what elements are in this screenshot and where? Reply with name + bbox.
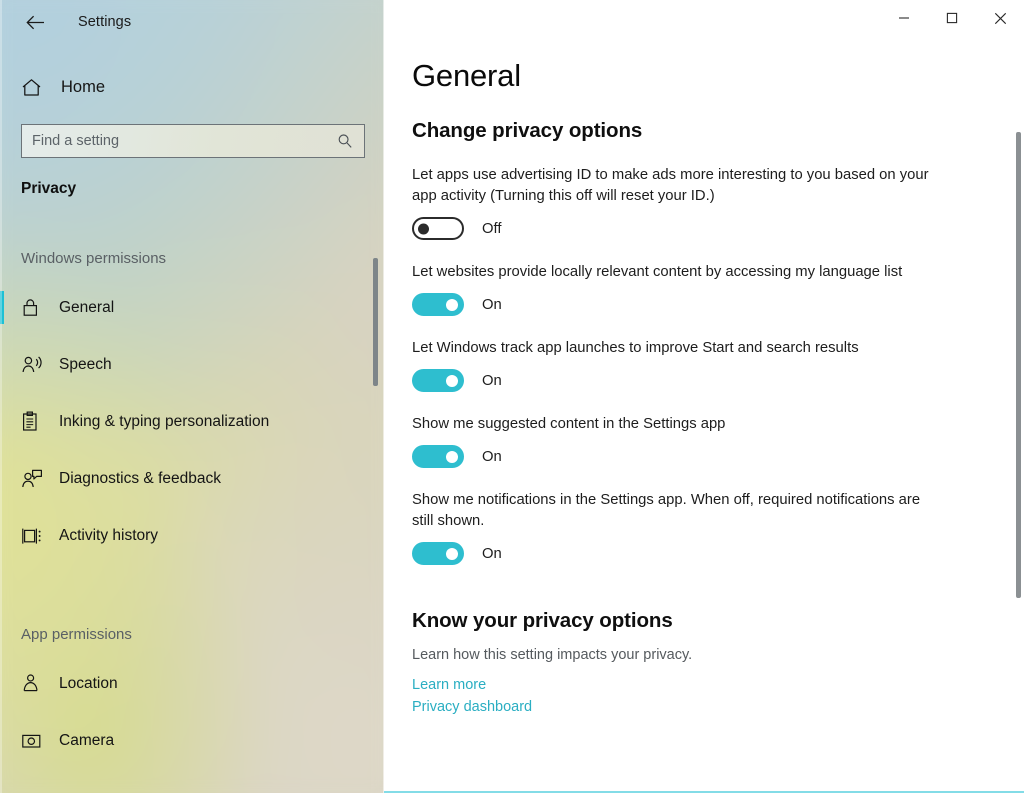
toggle-advertising-id[interactable] bbox=[412, 217, 464, 240]
toggle-track-app-launches[interactable] bbox=[412, 369, 464, 392]
sidebar-item-location-label: Location bbox=[59, 674, 118, 692]
toggle-state-label: On bbox=[482, 296, 502, 313]
page-title: General bbox=[412, 58, 521, 93]
close-button[interactable] bbox=[976, 0, 1024, 36]
toggle-row: On bbox=[412, 542, 952, 565]
toggle-row: On bbox=[412, 445, 952, 468]
link-learn-more[interactable]: Learn more bbox=[412, 674, 486, 696]
toggle-state-label: On bbox=[482, 372, 502, 389]
sidebar-item-inking-typing-personalization[interactable]: Inking & typing personalization bbox=[0, 393, 384, 450]
back-button[interactable] bbox=[16, 6, 54, 38]
toggle-row: Off bbox=[412, 217, 952, 240]
toggle-state-label: On bbox=[482, 448, 502, 465]
clipboard-icon bbox=[21, 411, 49, 432]
setting-description: Show me suggested content in the Setting… bbox=[412, 416, 726, 432]
setting-suggested-content: Show me suggested content in the Setting… bbox=[412, 414, 952, 468]
sidebar-item-location[interactable]: Location bbox=[0, 655, 384, 712]
toggle-knob bbox=[446, 298, 458, 311]
toggle-knob bbox=[446, 374, 458, 387]
search-input[interactable] bbox=[32, 133, 336, 149]
back-arrow-icon bbox=[25, 15, 45, 30]
sidebar-item-activity-history-label: Activity history bbox=[59, 526, 159, 544]
sidebar-item-home[interactable]: Home bbox=[0, 66, 384, 108]
sidebar-group-windows-permissions: General Speech Inking & typing personali… bbox=[0, 279, 384, 564]
sidebar-left-edge bbox=[0, 0, 2, 793]
search-box[interactable] bbox=[21, 124, 365, 158]
sidebar-item-diagnostics-feedback[interactable]: Diagnostics & feedback bbox=[0, 450, 384, 507]
sidebar-item-camera[interactable]: Camera bbox=[0, 712, 384, 769]
main-content: General Change privacy options Let apps … bbox=[384, 0, 1024, 793]
sidebar-item-general[interactable]: General bbox=[0, 279, 384, 336]
setting-track-app-launches: Let Windows track app launches to improv… bbox=[412, 338, 952, 392]
setting-description: Let Windows track app launches to improv… bbox=[412, 340, 859, 356]
location-pin-icon bbox=[21, 673, 49, 694]
section-title-know-your-privacy-options: Know your privacy options bbox=[412, 609, 673, 632]
maximize-button[interactable] bbox=[928, 0, 976, 36]
setting-description: Let apps use advertising ID to make ads … bbox=[412, 167, 929, 204]
link-privacy-dashboard[interactable]: Privacy dashboard bbox=[412, 696, 532, 718]
person-feedback-icon bbox=[21, 469, 49, 489]
toggle-row: On bbox=[412, 293, 952, 316]
app-title: Settings bbox=[78, 14, 132, 30]
know-section-subtitle: Learn how this setting impacts your priv… bbox=[412, 647, 693, 663]
privacy-links: Learn more Privacy dashboard Privacy Sta… bbox=[412, 674, 1024, 722]
toggle-knob bbox=[446, 547, 458, 560]
sidebar-item-diagnostics-feedback-label: Diagnostics & feedback bbox=[59, 469, 221, 487]
setting-language-list: Let websites provide locally relevant co… bbox=[412, 262, 952, 316]
toggle-suggested-content[interactable] bbox=[412, 445, 464, 468]
activity-history-icon bbox=[21, 526, 49, 546]
setting-advertising-id: Let apps use advertising ID to make ads … bbox=[412, 165, 952, 240]
sidebar: Settings Home Find a setting Privacy Win… bbox=[0, 0, 384, 793]
sidebar-group-app-permissions: Location Camera bbox=[0, 655, 384, 769]
sidebar-item-speech[interactable]: Speech bbox=[0, 336, 384, 393]
toggle-row: On bbox=[412, 369, 952, 392]
sidebar-category-title: Privacy bbox=[21, 180, 77, 197]
toggle-language-list[interactable] bbox=[412, 293, 464, 316]
sidebar-item-speech-label: Speech bbox=[59, 355, 112, 373]
setting-description: Show me notifications in the Settings ap… bbox=[412, 492, 921, 529]
sidebar-item-general-label: General bbox=[59, 298, 115, 316]
search-icon[interactable] bbox=[336, 133, 354, 149]
sidebar-group-header-app-permissions: App permissions bbox=[21, 626, 132, 643]
window-controls bbox=[880, 0, 1024, 36]
toggle-state-label: Off bbox=[482, 220, 502, 237]
content-area: General Change privacy options Let apps … bbox=[384, 0, 1024, 722]
search-container bbox=[21, 124, 365, 158]
setting-settings-notifications: Show me notifications in the Settings ap… bbox=[412, 490, 952, 565]
camera-icon bbox=[21, 732, 49, 750]
lock-icon bbox=[21, 297, 49, 318]
main-scrollbar-track[interactable] bbox=[1015, 44, 1021, 786]
minimize-button[interactable] bbox=[880, 0, 928, 36]
sidebar-item-activity-history[interactable]: Activity history bbox=[0, 507, 384, 564]
main-scrollbar-thumb[interactable] bbox=[1016, 132, 1021, 598]
setting-description: Let websites provide locally relevant co… bbox=[412, 264, 903, 280]
link-privacy-statement[interactable]: Privacy Statement bbox=[412, 718, 530, 722]
titlebar: Settings bbox=[0, 0, 384, 44]
sidebar-item-home-label: Home bbox=[61, 77, 106, 96]
section-title-change-privacy-options: Change privacy options bbox=[412, 119, 643, 142]
settings-window: Settings Home Find a setting Privacy Win… bbox=[0, 0, 1024, 793]
person-speaking-icon bbox=[21, 355, 49, 375]
toggle-state-label: On bbox=[482, 545, 502, 562]
toggle-settings-notifications[interactable] bbox=[412, 542, 464, 565]
sidebar-item-inking-typing-personalization-label: Inking & typing personalization bbox=[59, 412, 270, 430]
toggle-knob bbox=[446, 450, 458, 463]
toggle-knob bbox=[418, 223, 429, 234]
sidebar-right-edge bbox=[383, 0, 384, 793]
sidebar-group-header-windows-permissions: Windows permissions bbox=[21, 250, 167, 267]
sidebar-item-camera-label: Camera bbox=[59, 731, 115, 749]
home-icon bbox=[21, 78, 51, 97]
sidebar-scrollbar-thumb[interactable] bbox=[373, 258, 378, 386]
